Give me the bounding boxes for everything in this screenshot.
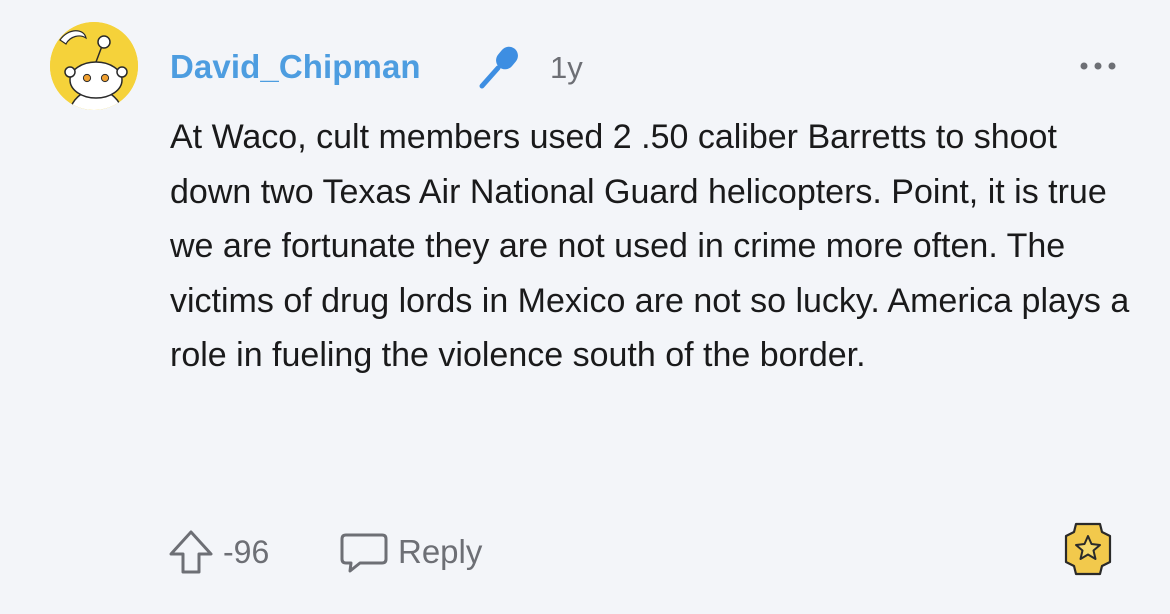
reply-label: Reply	[398, 533, 483, 570]
more-options-icon[interactable]	[1076, 56, 1120, 76]
speech-bubble-icon	[340, 533, 388, 573]
user-avatar[interactable]	[50, 22, 138, 110]
comment-body: At Waco, cult members used 2 .50 caliber…	[170, 118, 1130, 374]
username[interactable]: David_Chipman	[170, 47, 421, 87]
comment: David_Chipman 1y At Waco, cult members u…	[0, 0, 1170, 614]
microphone-icon	[479, 46, 518, 89]
vote-count: -96	[223, 534, 270, 570]
upvote-arrow-icon[interactable]	[165, 526, 217, 578]
reply-button[interactable]: Reply	[338, 524, 482, 580]
vote-controls: -96	[165, 524, 269, 580]
snoo-avatar-icon	[50, 22, 138, 110]
award-icon[interactable]	[1058, 518, 1118, 580]
timestamp: 1y	[550, 50, 583, 85]
